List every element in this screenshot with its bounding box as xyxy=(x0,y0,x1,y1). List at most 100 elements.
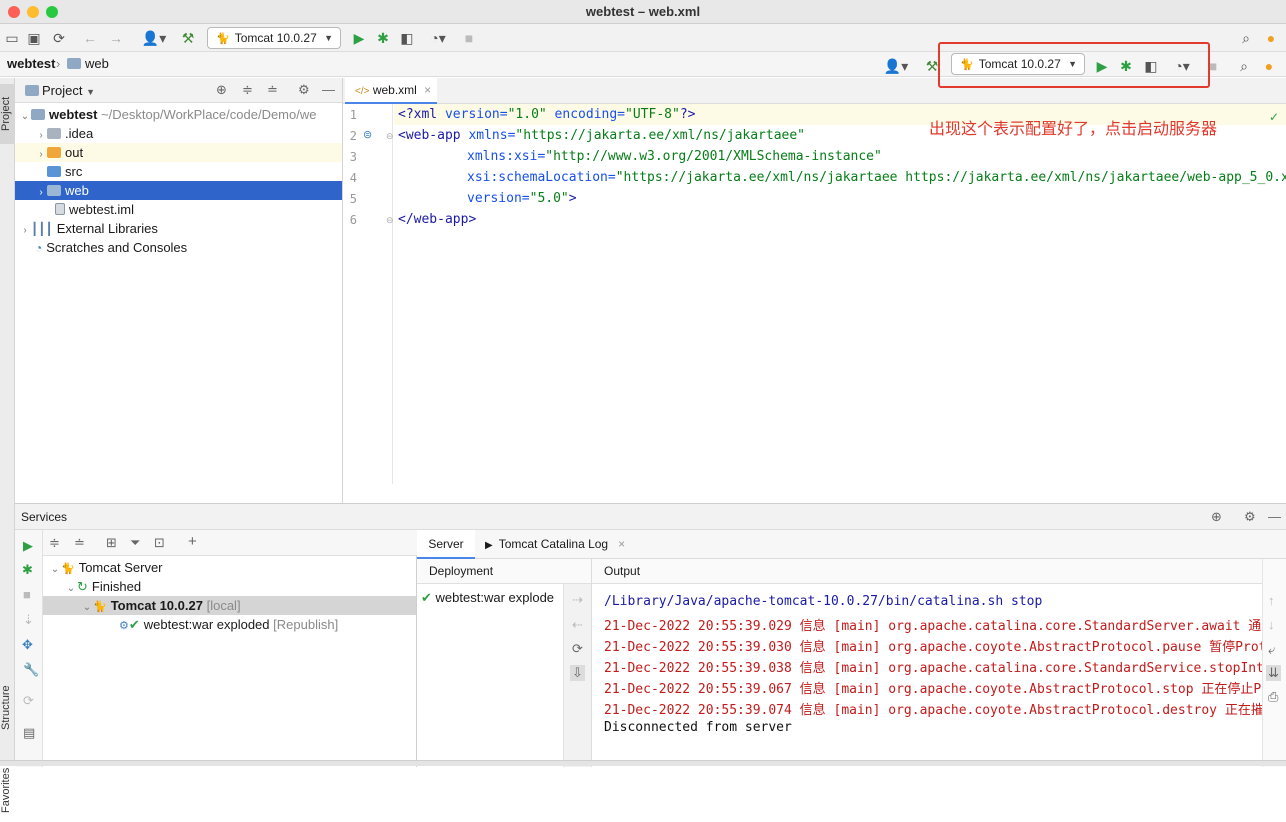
up-arrow-icon[interactable]: ↑ xyxy=(1268,593,1275,609)
code-line[interactable]: version="5.0"> xyxy=(467,191,577,206)
close-window-button[interactable] xyxy=(8,6,20,18)
tree-item-finished[interactable]: ⌄ ↻ Finished xyxy=(65,577,141,596)
add-service-icon[interactable]: + xyxy=(188,534,197,550)
wrench-icon[interactable]: 🔧 xyxy=(23,662,39,678)
debug-icon[interactable]: ✱ xyxy=(22,562,33,578)
tree-item-iml[interactable]: webtest.iml xyxy=(15,200,342,219)
line-number: 4 xyxy=(349,171,357,185)
tab-web-xml[interactable]: </> web.xml × xyxy=(345,78,437,104)
build-hammer-icon[interactable]: ⚒ xyxy=(178,28,198,48)
tree-item-idea[interactable]: › .idea xyxy=(15,124,342,143)
tree-item-scratches[interactable]: ◔ Scratches and Consoles xyxy=(15,238,342,257)
fold-marker-icon[interactable]: ⊖ xyxy=(386,215,394,226)
forward-icon[interactable]: → xyxy=(106,28,126,48)
chevron-right-icon: › xyxy=(39,130,43,141)
search-icon[interactable]: ⌕ xyxy=(1234,56,1254,76)
update-icon[interactable]: ● xyxy=(1259,56,1279,76)
zoom-window-button[interactable] xyxy=(46,6,58,18)
chevron-down-icon: ▼ xyxy=(86,87,96,97)
tree-item-src[interactable]: src xyxy=(15,162,342,181)
update-app-icon[interactable]: ✥ xyxy=(22,637,33,653)
chevron-down-icon: ⌄ xyxy=(50,564,60,575)
debug-icon[interactable]: ✱ xyxy=(373,28,393,48)
project-tool-tab[interactable]: Project xyxy=(0,84,15,144)
user-icon[interactable]: 👤▾ xyxy=(140,28,168,48)
soft-wrap-icon[interactable]: ⤶ xyxy=(1268,642,1275,658)
tree-item-external-libraries[interactable]: › ┃┃┃ External Libraries xyxy=(15,219,342,238)
code-line[interactable]: </web-app> xyxy=(398,212,476,227)
favorites-tool-tab[interactable]: Favorites xyxy=(0,758,15,822)
tree-item-tomcat-server[interactable]: ⌄ 🐈 Tomcat Server xyxy=(49,558,163,577)
close-tab-icon[interactable]: × xyxy=(618,537,625,551)
hide-icon[interactable]: — xyxy=(322,82,335,98)
group-by-icon[interactable]: ⊞ xyxy=(106,535,117,551)
code-line[interactable]: <web-app xmlns="https://jakarta.ee/xml/n… xyxy=(398,128,805,143)
locate-icon[interactable]: ⊕ xyxy=(216,82,227,98)
stop-icon[interactable]: ■ xyxy=(459,28,479,48)
tree-item-project-root[interactable]: ⌄ webtest ~/Desktop/WorkPlace/code/Demo/w… xyxy=(15,105,342,124)
log-line: 21-Dec-2022 20:55:39.030 信息 [main] org.a… xyxy=(604,640,1275,655)
gear-icon[interactable]: ⚙ xyxy=(1244,509,1256,525)
deployment-item[interactable]: ✔ webtest:war explode xyxy=(421,590,563,606)
tree-item-tomcat-local[interactable]: ⌄ 🐈 Tomcat 10.0.27 [local] xyxy=(43,596,416,615)
back-icon[interactable]: ← xyxy=(80,28,100,48)
restart-icon[interactable]: ⟳ xyxy=(23,693,34,709)
undeploy-icon[interactable]: ⇠ xyxy=(572,617,583,633)
open-folder-icon[interactable]: ▭ xyxy=(2,28,22,48)
chevron-down-icon: ⌄ xyxy=(20,111,30,122)
code-line[interactable]: <?xml version="1.0" encoding="UTF-8"?> xyxy=(398,107,695,122)
fold-marker-icon[interactable]: ⊖ xyxy=(386,131,394,142)
run-config-select[interactable]: 🐈 Tomcat 10.0.27 ▼ xyxy=(207,27,341,49)
collapse-all-icon[interactable]: ≐ xyxy=(267,82,278,98)
window-title: webtest – web.xml xyxy=(585,4,701,19)
scroll-to-end-icon[interactable]: ⇊ xyxy=(1266,665,1281,681)
watermark-logo: 创新互联 xyxy=(1152,727,1220,746)
hide-icon[interactable]: — xyxy=(1268,509,1281,525)
open-browser-icon[interactable]: ⇩ xyxy=(570,665,585,681)
locate-icon[interactable]: ⊕ xyxy=(1211,509,1222,525)
profile-icon[interactable]: ◔▾ xyxy=(421,28,455,48)
tree-item-out[interactable]: › out xyxy=(15,143,342,162)
code-line[interactable]: xmlns:xsi="http://www.w3.org/2001/XMLSch… xyxy=(467,149,882,164)
save-icon[interactable]: ▣ xyxy=(24,28,44,48)
layout-icon[interactable]: ▤ xyxy=(23,725,35,741)
breadcrumb-project[interactable]: webtest xyxy=(7,56,55,71)
refresh-icon[interactable]: ⟳ xyxy=(572,641,583,657)
gear-icon[interactable]: ⚙ xyxy=(298,82,310,98)
tab-server[interactable]: Server xyxy=(417,530,475,559)
web-config-gutter-icon[interactable]: ⊜ xyxy=(363,128,372,141)
inspection-ok-icon[interactable]: ✓ xyxy=(1269,110,1279,124)
deployment-header: Deployment xyxy=(417,559,591,584)
tree-item-web[interactable]: › web xyxy=(15,181,342,200)
minimize-window-button[interactable] xyxy=(27,6,39,18)
close-tab-icon[interactable]: × xyxy=(424,83,431,97)
user-icon[interactable]: 👤▾ xyxy=(882,56,910,76)
print-icon[interactable]: ⎙ xyxy=(1268,689,1278,705)
sync-icon[interactable]: ⟳ xyxy=(49,28,69,48)
line-number: 6 xyxy=(349,213,357,227)
code-line[interactable]: xsi:schemaLocation="https://jakarta.ee/x… xyxy=(467,170,1286,185)
coverage-icon[interactable]: ◧ xyxy=(397,28,417,48)
new-tab-icon[interactable]: ⊡ xyxy=(154,535,165,551)
run-icon[interactable]: ▶ xyxy=(349,28,369,48)
check-icon: ✔ xyxy=(128,617,140,632)
down-arrow-icon[interactable]: ↓ xyxy=(1268,617,1275,633)
expand-all-icon[interactable]: ≑ xyxy=(242,82,253,98)
line-number: 1 xyxy=(349,108,357,122)
deploy-icon[interactable]: ⇢ xyxy=(572,592,583,608)
run-icon[interactable]: ▶ xyxy=(23,538,33,554)
tree-item-war-exploded[interactable]: ⚙✔ webtest:war exploded [Republish] xyxy=(119,615,338,634)
expand-all-icon[interactable]: ≑ xyxy=(49,535,60,551)
search-icon[interactable]: ⌕ xyxy=(1236,28,1256,48)
services-panel: Services ⊕ ⚙ — ▶ ✱ ■ ⇣ ✥ 🔧 ⟳ ▤ ≑ ≐ ⊞ ⏷ ⊡… xyxy=(15,503,1286,767)
filter-icon[interactable]: ⏷ xyxy=(130,535,140,551)
deploy-icon[interactable]: ⇣ xyxy=(23,612,34,628)
update-icon[interactable]: ● xyxy=(1261,28,1281,48)
services-toolbar: ≑ ≐ ⊞ ⏷ ⊡ + xyxy=(43,530,417,556)
tab-catalina-log[interactable]: ▶ Tomcat Catalina Log × xyxy=(485,537,625,551)
structure-tool-tab[interactable]: Structure xyxy=(0,676,15,740)
collapse-all-icon[interactable]: ≐ xyxy=(74,535,85,551)
breadcrumb-folder[interactable]: web xyxy=(67,56,109,71)
project-view-selector[interactable]: Project ▼ xyxy=(42,83,95,98)
stop-icon[interactable]: ■ xyxy=(23,587,31,603)
